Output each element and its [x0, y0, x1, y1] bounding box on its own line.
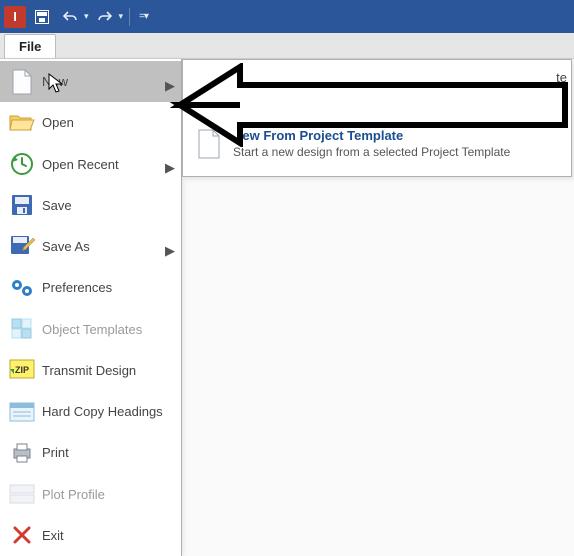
headings-icon	[8, 398, 36, 426]
menu-item-transmit-design[interactable]: ZIP Transmit Design	[0, 350, 181, 391]
recent-icon	[8, 150, 36, 178]
templates-icon	[8, 315, 36, 343]
qa-redo-dropdown[interactable]: ▾	[119, 11, 124, 22]
menu-item-exit[interactable]: Exit	[0, 515, 181, 556]
menu-item-new[interactable]: New ▶	[0, 61, 181, 102]
qa-redo-button[interactable]	[93, 5, 117, 29]
svg-text:ZIP: ZIP	[15, 365, 29, 375]
submenu-item-desc: Start a new design from a selected Proje…	[233, 145, 510, 159]
menu-item-plot-profile[interactable]: Plot Profile	[0, 474, 181, 515]
menu-item-label: Exit	[42, 528, 173, 543]
file-menu: New ▶ Open Open Recent ▶ Save	[0, 59, 182, 556]
qa-separator	[129, 8, 130, 26]
new-file-icon	[8, 68, 36, 96]
arrow-right-icon: ▶	[165, 160, 173, 168]
app-icon: I	[4, 6, 26, 28]
menu-item-label: Transmit Design	[42, 363, 173, 378]
submenu-new: te New From Project Template Start a new…	[182, 59, 572, 177]
save-icon	[8, 191, 36, 219]
menu-item-label: Save	[42, 198, 173, 213]
menu-item-label: Save As	[42, 239, 165, 254]
menu-item-label: Preferences	[42, 280, 173, 295]
save-as-icon	[8, 233, 36, 261]
menu-item-label: Plot Profile	[42, 487, 173, 502]
titlebar: I ▾ ▾ =▾	[0, 0, 574, 33]
truncated-text: te	[556, 70, 567, 85]
menu-item-label: Print	[42, 445, 173, 460]
menu-item-open-recent[interactable]: Open Recent ▶	[0, 144, 181, 185]
main-area: New ▶ Open Open Recent ▶ Save	[0, 59, 574, 556]
submenu-item-new-from-project-template[interactable]: New From Project Template Start a new de…	[183, 120, 571, 168]
menu-item-object-templates[interactable]: Object Templates	[0, 309, 181, 350]
menu-item-open[interactable]: Open	[0, 102, 181, 143]
arrow-right-icon: ▶	[165, 78, 173, 86]
close-icon	[8, 521, 36, 549]
plot-profile-icon	[8, 480, 36, 508]
gear-icon	[8, 274, 36, 302]
new-file-icon	[195, 128, 223, 160]
folder-open-icon	[8, 109, 36, 137]
menu-item-label: New	[42, 74, 165, 89]
qa-save-button[interactable]	[30, 5, 54, 29]
menu-item-hard-copy-headings[interactable]: Hard Copy Headings	[0, 391, 181, 432]
menu-item-preferences[interactable]: Preferences	[0, 267, 181, 308]
menu-item-label: Open Recent	[42, 157, 165, 172]
menu-item-label: Open	[42, 115, 173, 130]
qa-customize-dropdown[interactable]: =▾	[139, 11, 148, 22]
tab-file[interactable]: File	[4, 34, 56, 58]
qa-undo-button[interactable]	[58, 5, 82, 29]
qa-undo-dropdown[interactable]: ▾	[84, 11, 89, 22]
arrow-right-icon: ▶	[165, 243, 173, 251]
menu-item-save-as[interactable]: Save As ▶	[0, 226, 181, 267]
zip-icon: ZIP	[8, 356, 36, 384]
print-icon	[8, 439, 36, 467]
tab-strip: File	[0, 33, 574, 59]
menu-item-label: Hard Copy Headings	[42, 404, 173, 419]
submenu-item-title: New From Project Template	[233, 128, 510, 143]
menu-item-label: Object Templates	[42, 322, 173, 337]
menu-item-save[interactable]: Save	[0, 185, 181, 226]
menu-item-print[interactable]: Print	[0, 432, 181, 473]
